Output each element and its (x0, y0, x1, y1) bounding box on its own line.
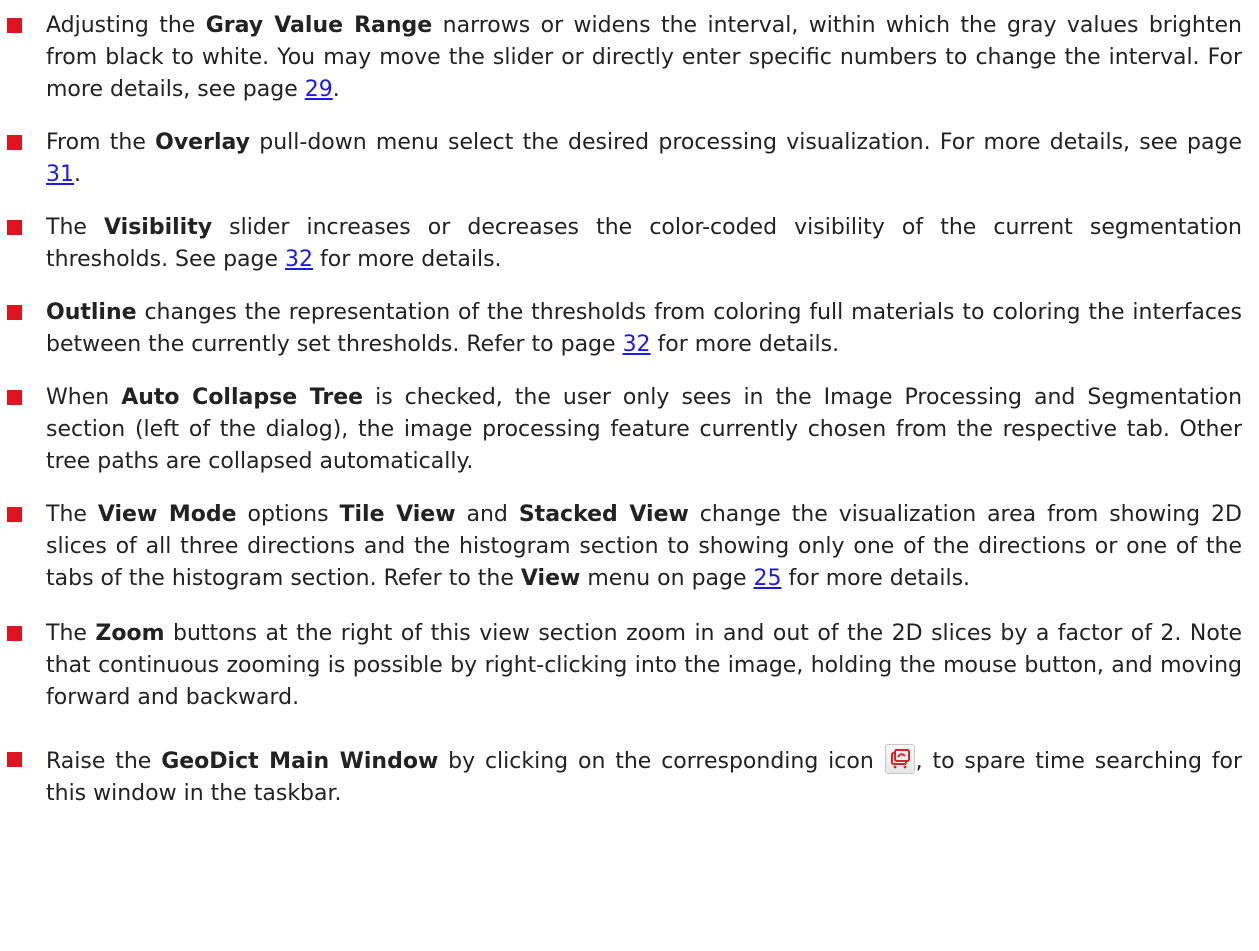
term-tile-view: Tile View (339, 502, 456, 527)
bullet-marker (7, 626, 22, 641)
bullet-marker (7, 220, 22, 235)
item-text: When Auto Collapse Tree is checked, the … (46, 385, 1243, 474)
list-item: Outline changes the representation of th… (7, 297, 1242, 361)
bullet-marker (7, 752, 22, 767)
bullet-marker (7, 507, 22, 522)
bullet-marker (7, 390, 22, 405)
term-view-mode: View Mode (97, 502, 237, 527)
list-item: The View Mode options Tile View and Stac… (7, 499, 1242, 595)
list-item: From the Overlay pull-down menu select t… (7, 127, 1242, 191)
term-geodict-main-window: GeoDict Main Window (161, 749, 439, 774)
list-item: Adjusting the Gray Value Range narrows o… (7, 10, 1242, 106)
list-item: The Zoom buttons at the right of this vi… (7, 618, 1242, 714)
term-auto-collapse-tree: Auto Collapse Tree (121, 385, 364, 410)
list-item: Raise the GeoDict Main Window by clickin… (7, 744, 1242, 810)
item-text: Outline changes the representation of th… (46, 300, 1242, 357)
page-link[interactable]: 32 (623, 332, 651, 357)
bullet-marker (7, 18, 22, 33)
bullet-marker (7, 305, 22, 320)
page-link[interactable]: 31 (46, 162, 74, 187)
term-stacked-view: Stacked View (518, 502, 689, 527)
item-text: Raise the GeoDict Main Window by clickin… (46, 744, 1242, 806)
item-text: Adjusting the Gray Value Range narrows o… (46, 13, 1242, 102)
page-link[interactable]: 32 (285, 247, 313, 272)
page-link[interactable]: 29 (305, 77, 333, 102)
item-text: The Visibility slider increases or decre… (46, 215, 1242, 272)
document-page: Adjusting the Gray Value Range narrows o… (0, 0, 1259, 951)
item-text: From the Overlay pull-down menu select t… (46, 130, 1242, 187)
bullet-list: Adjusting the Gray Value Range narrows o… (7, 10, 1243, 831)
bullet-marker (7, 135, 22, 150)
term-visibility: Visibility (104, 215, 213, 240)
term-view: View (520, 566, 581, 591)
term-outline: Outline (46, 300, 137, 325)
item-text: The Zoom buttons at the right of this vi… (46, 621, 1242, 710)
list-item: The Visibility slider increases or decre… (7, 212, 1242, 276)
geodict-main-window-icon (884, 744, 915, 774)
term-gray-value-range: Gray Value Range (205, 13, 433, 38)
list-item: When Auto Collapse Tree is checked, the … (7, 382, 1243, 478)
item-text: The View Mode options Tile View and Stac… (46, 502, 1242, 591)
term-zoom: Zoom (95, 621, 165, 646)
term-overlay: Overlay (155, 130, 250, 155)
page-link[interactable]: 25 (754, 566, 782, 591)
